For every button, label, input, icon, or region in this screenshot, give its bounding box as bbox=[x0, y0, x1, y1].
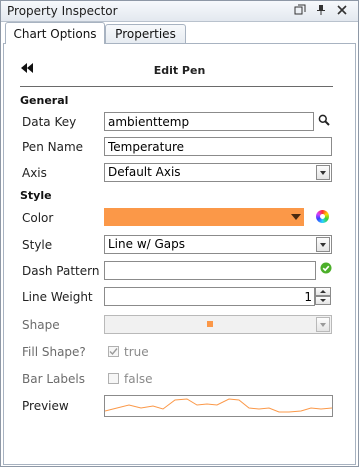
line-style-value: Line w/ Gaps bbox=[108, 237, 186, 251]
tab-strip: Chart Options Properties bbox=[1, 22, 358, 44]
fill-shape-label: Fill Shape? bbox=[22, 345, 86, 359]
data-key-input[interactable] bbox=[104, 112, 314, 131]
pin-icon[interactable] bbox=[314, 4, 327, 17]
line-style-label: Style bbox=[22, 238, 53, 252]
chevron-down-icon[interactable] bbox=[316, 237, 330, 252]
line-style-dropdown[interactable]: Line w/ Gaps bbox=[104, 235, 332, 254]
tab-chart-options[interactable]: Chart Options bbox=[5, 22, 105, 44]
pen-preview bbox=[104, 395, 333, 417]
window-title: Property Inspector bbox=[7, 4, 118, 18]
restore-icon[interactable] bbox=[293, 4, 306, 17]
chevron-down-icon[interactable] bbox=[291, 214, 301, 220]
dash-pattern-input[interactable] bbox=[104, 261, 316, 280]
fill-shape-value: true bbox=[124, 345, 149, 359]
axis-label: Axis bbox=[22, 166, 47, 180]
tab-properties[interactable]: Properties bbox=[105, 24, 186, 44]
line-weight-input[interactable] bbox=[104, 287, 315, 306]
fill-shape-checkbox[interactable] bbox=[108, 346, 119, 357]
chevron-down-icon[interactable] bbox=[316, 317, 330, 332]
bar-labels-label: Bar Labels bbox=[22, 372, 85, 386]
header-divider bbox=[20, 86, 333, 87]
color-label: Color bbox=[22, 211, 54, 225]
bar-labels-checkbox[interactable] bbox=[108, 373, 119, 384]
color-wheel-icon[interactable] bbox=[316, 210, 329, 223]
spinner-up-icon[interactable] bbox=[315, 287, 331, 296]
section-style: Style bbox=[20, 189, 52, 202]
pen-name-label: Pen Name bbox=[22, 140, 84, 154]
line-weight-label: Line Weight bbox=[22, 290, 93, 304]
shape-dropdown[interactable] bbox=[104, 315, 332, 334]
preview-label: Preview bbox=[22, 399, 69, 413]
edit-pen-title: Edit Pen bbox=[153, 64, 206, 77]
chevron-down-icon[interactable] bbox=[316, 165, 330, 180]
spinner-down-icon[interactable] bbox=[315, 296, 331, 305]
preview-line bbox=[104, 398, 333, 413]
search-icon[interactable] bbox=[318, 114, 330, 126]
axis-dropdown[interactable]: Default Axis bbox=[104, 163, 332, 182]
bar-labels-value: false bbox=[124, 372, 153, 386]
pen-name-input[interactable] bbox=[104, 137, 332, 156]
square-shape-icon bbox=[207, 321, 213, 327]
title-bar: Property Inspector bbox=[1, 1, 358, 22]
section-general: General bbox=[20, 94, 69, 107]
data-key-label: Data Key bbox=[22, 115, 77, 129]
check-circle-icon bbox=[320, 262, 332, 274]
dash-pattern-label: Dash Pattern bbox=[22, 264, 100, 278]
color-picker-swatch[interactable] bbox=[104, 208, 304, 226]
close-icon[interactable] bbox=[335, 4, 348, 17]
shape-label: Shape bbox=[22, 318, 60, 332]
axis-value: Default Axis bbox=[108, 165, 181, 179]
